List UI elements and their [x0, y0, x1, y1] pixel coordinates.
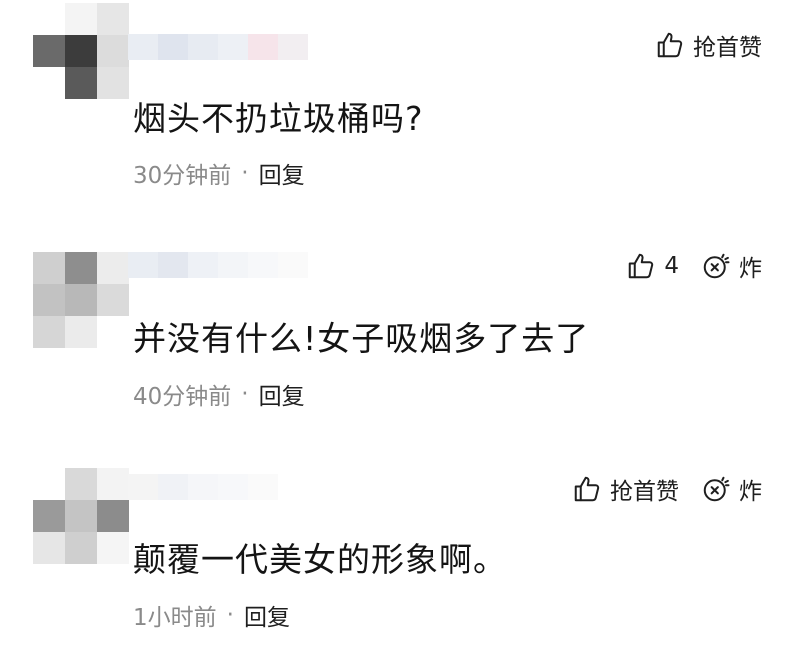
- reply-button[interactable]: 回复: [244, 598, 290, 632]
- comment-text: 烟头不扔垃圾桶吗?: [133, 99, 424, 138]
- comment-text: 颠覆一代美女的形象啊。: [133, 540, 507, 579]
- like-count: 4: [664, 253, 679, 279]
- comment-text: 并没有什么!女子吸烟多了去了: [133, 319, 590, 358]
- thumbs-up-icon: [626, 251, 656, 281]
- like-button[interactable]: 抢首赞: [572, 472, 679, 506]
- comment-time: 1小时前: [133, 605, 217, 631]
- separator-dot: ·: [241, 160, 249, 186]
- bomb-label: 炸: [739, 256, 762, 282]
- separator-dot: ·: [241, 381, 249, 407]
- comment-meta: 30分钟前 · 回复: [133, 156, 305, 190]
- separator-dot: ·: [226, 602, 234, 628]
- username-blurred[interactable]: [128, 474, 278, 500]
- avatar[interactable]: [33, 468, 129, 564]
- thumbs-up-icon: [572, 474, 602, 504]
- comment-actions: 抢首赞: [655, 28, 762, 62]
- comment-actions: 4 炸: [626, 249, 762, 283]
- like-label: 抢首赞: [610, 479, 679, 505]
- reply-button[interactable]: 回复: [259, 377, 305, 411]
- bomb-icon: [701, 474, 731, 504]
- thumbs-up-icon: [655, 30, 685, 60]
- avatar[interactable]: [33, 3, 129, 99]
- comment-meta: 40分钟前 · 回复: [133, 377, 305, 411]
- comment-meta: 1小时前 · 回复: [133, 598, 290, 632]
- comment-time: 30分钟前: [133, 163, 232, 189]
- comment-actions: 抢首赞 炸: [572, 472, 762, 506]
- username-blurred[interactable]: [128, 34, 308, 60]
- bomb-label: 炸: [739, 479, 762, 505]
- bomb-button[interactable]: 炸: [701, 472, 762, 506]
- username-blurred[interactable]: [128, 252, 308, 278]
- bomb-button[interactable]: 炸: [701, 249, 762, 283]
- reply-button[interactable]: 回复: [259, 156, 305, 190]
- like-button[interactable]: 抢首赞: [655, 28, 762, 62]
- avatar[interactable]: [33, 252, 129, 348]
- bomb-icon: [701, 251, 731, 281]
- like-button[interactable]: 4: [626, 251, 679, 281]
- like-label: 抢首赞: [693, 35, 762, 61]
- comment-time: 40分钟前: [133, 384, 232, 410]
